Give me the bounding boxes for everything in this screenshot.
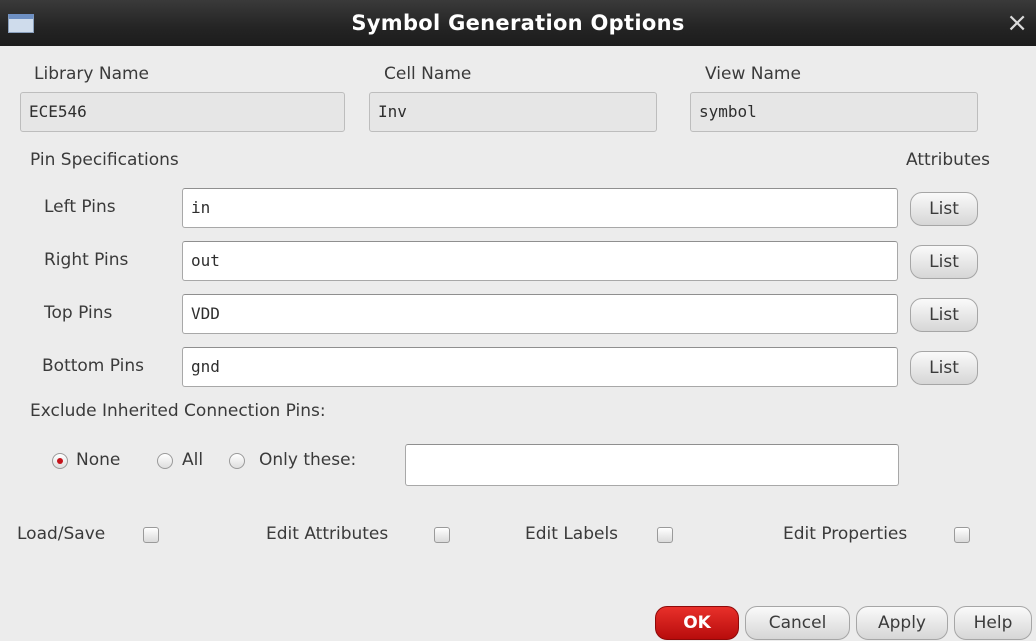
radio-all-label: All [182,450,204,470]
radio-only-these-label: Only these: [259,450,357,470]
radio-only-these[interactable] [229,453,245,469]
load-save-label: Load/Save [17,524,106,544]
edit-properties-label: Edit Properties [783,524,908,544]
left-pins-input[interactable]: in [182,188,898,228]
top-pins-list-button[interactable]: List [910,298,978,332]
bottom-pins-label: Bottom Pins [42,356,144,376]
only-these-input[interactable] [405,444,899,486]
cell-name-label: Cell Name [384,64,472,84]
help-button[interactable]: Help [954,606,1032,640]
bottom-pins-list-button[interactable]: List [910,351,978,385]
left-pins-label: Left Pins [44,197,116,217]
right-pins-input[interactable]: out [182,241,898,281]
ok-button[interactable]: OK [655,606,739,640]
right-pins-label: Right Pins [44,250,129,270]
apply-button[interactable]: Apply [856,606,948,640]
view-name-label: View Name [705,64,801,84]
bottom-pins-input[interactable]: gnd [182,347,898,387]
edit-labels-label: Edit Labels [525,524,619,544]
library-name-field[interactable]: ECE546 [20,92,345,132]
cancel-button[interactable]: Cancel [745,606,850,640]
radio-all[interactable] [157,453,173,469]
top-pins-input[interactable]: VDD [182,294,898,334]
radio-none-label: None [76,450,121,470]
pin-specifications-heading: Pin Specifications [30,150,179,170]
radio-none[interactable] [52,453,68,469]
window-title: Symbol Generation Options [351,11,685,35]
edit-attributes-checkbox[interactable] [434,527,450,543]
close-icon[interactable]: × [1006,9,1028,37]
left-pins-list-button[interactable]: List [910,192,978,226]
edit-properties-checkbox[interactable] [954,527,970,543]
title-bar[interactable]: Symbol Generation Options × [0,0,1036,46]
exclude-inherited-label: Exclude Inherited Connection Pins: [30,401,326,421]
attributes-label: Attributes [906,150,990,170]
edit-labels-checkbox[interactable] [657,527,673,543]
load-save-checkbox[interactable] [143,527,159,543]
right-pins-list-button[interactable]: List [910,245,978,279]
cell-name-field[interactable]: Inv [369,92,657,132]
view-name-field[interactable]: symbol [690,92,978,132]
library-name-label: Library Name [34,64,149,84]
top-pins-label: Top Pins [44,303,113,323]
edit-attributes-label: Edit Attributes [266,524,389,544]
